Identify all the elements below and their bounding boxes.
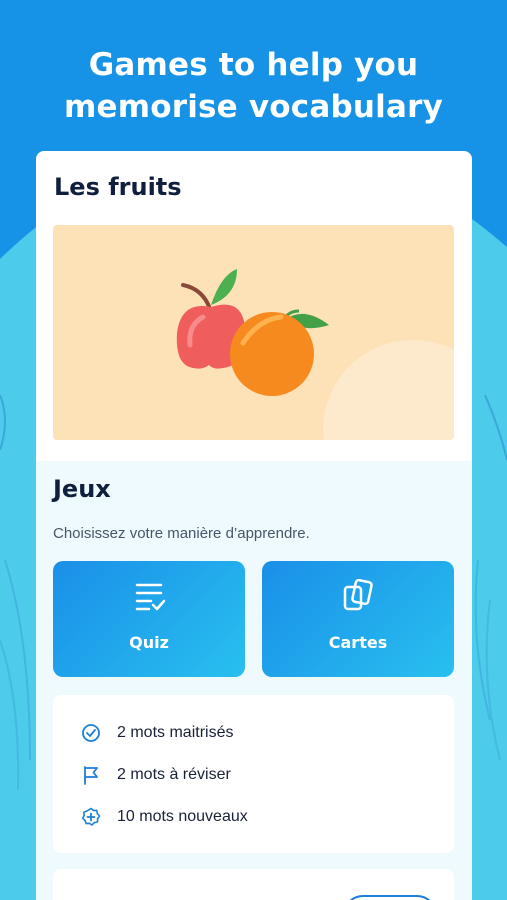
next-section-panel [53, 869, 454, 900]
fruit-illustration [53, 225, 454, 440]
topic-title: Les fruits [54, 173, 182, 201]
cards-button[interactable]: Cartes [262, 561, 454, 677]
games-subtitle: Choisissez votre manière d’apprendre. [53, 525, 310, 542]
plus-badge-icon [81, 807, 101, 826]
stat-new-text: 10 mots nouveaux [117, 808, 248, 825]
flag-icon [84, 766, 98, 785]
quiz-label: Quiz [129, 633, 169, 652]
games-section: Jeux Choisissez votre manière d’apprendr… [36, 461, 472, 900]
cards-icon [343, 579, 373, 611]
word-stats-panel: 2 mots maitrisés 2 mots à réviser 10 mot… [53, 695, 454, 853]
topic-card: Les fruits Jeux Choisissez votre manière… [36, 151, 472, 900]
stat-mastered-text: 2 mots maitrisés [117, 724, 234, 741]
stat-new: 10 mots nouveaux [81, 805, 248, 829]
quiz-button[interactable]: Quiz [53, 561, 245, 677]
cards-label: Cartes [328, 633, 388, 652]
headline: Games to help you memorise vocabulary [63, 47, 443, 125]
check-circle-icon [82, 724, 100, 742]
next-section-button[interactable] [343, 895, 437, 900]
stat-mastered: 2 mots maitrisés [81, 721, 233, 745]
games-title: Jeux [53, 475, 111, 503]
stat-to-review: 2 mots à réviser [81, 763, 231, 787]
stat-to-review-text: 2 mots à réviser [117, 766, 231, 783]
checklist-icon [135, 583, 166, 611]
